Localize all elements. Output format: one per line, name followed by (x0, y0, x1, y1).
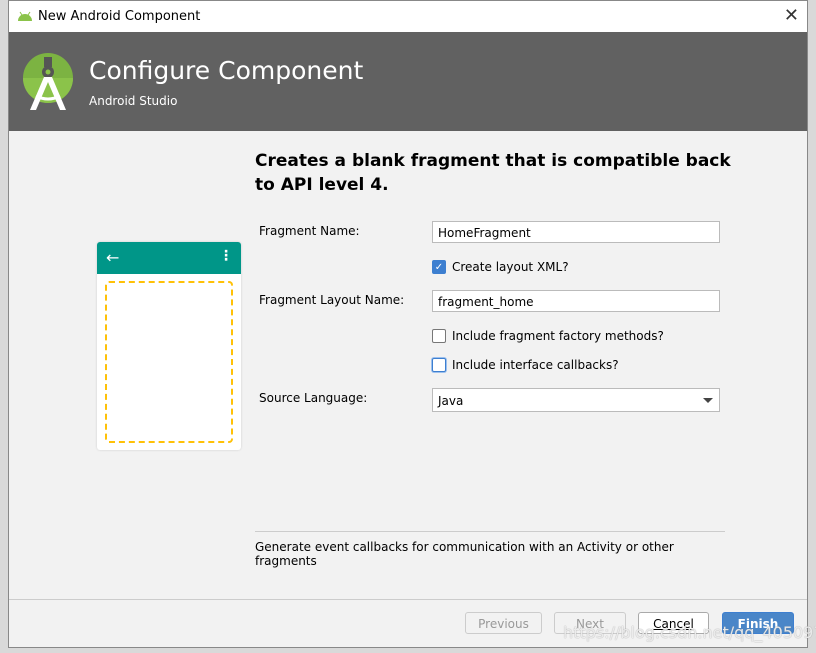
description: Creates a blank fragment that is compati… (255, 151, 731, 195)
source-language-select[interactable]: Java (432, 388, 720, 412)
android-icon (18, 11, 32, 21)
header-title: Configure Component (89, 56, 364, 85)
back-arrow-icon: ← (106, 248, 120, 267)
checkmark-icon: ✓ (432, 260, 446, 274)
fragment-preview: ← ⋮ (97, 242, 241, 450)
factory-methods-label: Include fragment factory methods? (452, 329, 664, 343)
window-title: New Android Component (38, 9, 201, 24)
hint-text: Generate event callbacks for communicati… (255, 531, 725, 568)
header-subtitle: Android Studio (89, 94, 178, 108)
source-language-value: Java (438, 394, 464, 408)
title-bar: New Android Component ✕ (9, 1, 807, 32)
android-studio-logo-icon (23, 53, 73, 110)
watermark: https://blog.csdn.net/qq_40509784 (563, 623, 816, 642)
layout-name-label: Fragment Layout Name: (259, 293, 405, 307)
checkbox-box (432, 329, 446, 343)
create-layout-label: Create layout XML? (452, 260, 569, 274)
interface-callbacks-checkbox[interactable]: Include interface callbacks? (432, 358, 619, 372)
dialog-window: New Android Component ✕ Configure Compon… (8, 0, 808, 648)
create-layout-checkbox[interactable]: ✓ Create layout XML? (432, 260, 569, 274)
factory-methods-checkbox[interactable]: Include fragment factory methods? (432, 329, 664, 343)
close-button[interactable]: ✕ (784, 5, 799, 26)
checkbox-box (432, 358, 446, 372)
interface-callbacks-label: Include interface callbacks? (452, 358, 619, 372)
fragment-name-label: Fragment Name: (259, 224, 360, 238)
fragment-name-input[interactable]: HomeFragment (432, 221, 720, 243)
chevron-down-icon (703, 398, 713, 403)
previous-button[interactable]: Previous (465, 612, 542, 634)
header: Configure Component Android Studio (9, 32, 807, 131)
overflow-menu-icon: ⋮ (219, 248, 233, 264)
source-language-label: Source Language: (259, 391, 368, 405)
fragment-placeholder (105, 281, 233, 443)
footer-divider (9, 599, 807, 600)
preview-toolbar: ← ⋮ (97, 242, 241, 274)
layout-name-input[interactable]: fragment_home (432, 290, 720, 312)
